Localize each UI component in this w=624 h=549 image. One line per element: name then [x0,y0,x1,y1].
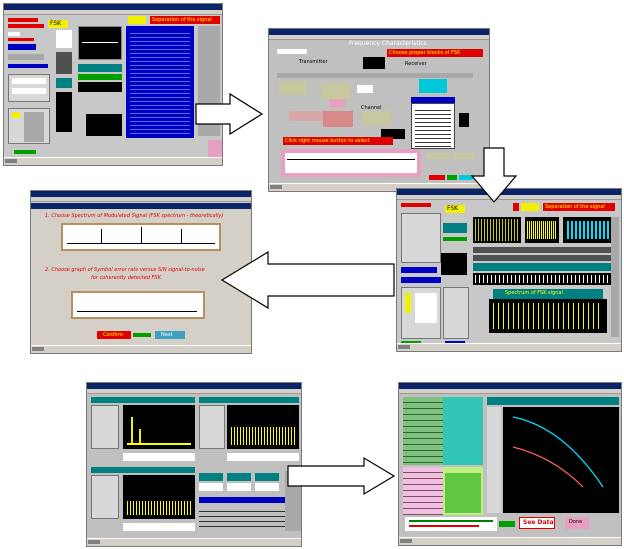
transmitter-label: Transmitter [299,59,328,65]
done-label: Done [569,519,583,525]
banner-text: Separation of the signal [152,17,212,23]
arrow-left [220,250,395,310]
ser-curves [512,416,604,488]
ser-choice-image[interactable] [71,291,205,319]
receiver-label: Receiver [405,61,427,67]
fsk-label: FSK [50,20,62,27]
confirm-label: Confirm [103,332,123,338]
screenshot-fsk-main-2: FSK Separation of the signal Spectrum of… [396,188,622,352]
page-title: Frequency Characteristics [349,40,427,47]
arrow-down [470,147,518,203]
instruction-2: 2. Choose graph of Symbol error rate ver… [45,267,205,273]
menu-bar[interactable] [87,389,301,394]
instruction-1: 1. Choose Spectrum of Modulated Signal (… [45,213,224,219]
screenshot-ser-table: See Data Done [398,382,622,546]
screenshot-frequency-characteristics: Frequency Characteristics Choose proper … [268,28,490,192]
hint-text: Choose proper blocks of FSK [389,50,461,56]
see-data-label: See Data [523,519,554,526]
spectrum-title: Spectrum of FSK signal [505,290,563,296]
screenshot-spectrum-scopes [86,382,302,547]
screenshot-fsk-main-1: FSK Separation of the signal [3,3,223,166]
menu-bar[interactable] [4,10,222,15]
arrow-right-2 [287,456,396,496]
next-label: Next [161,332,173,338]
block-1[interactable] [279,81,307,95]
bottom-instruction: Click right mouse button to select [285,138,370,144]
menu-bar[interactable] [31,197,251,202]
fsk-label: FSK [447,205,459,212]
block-2[interactable] [321,83,351,99]
arrow-right-1 [195,92,264,136]
banner-text: Separation of the signal [545,204,605,210]
instruction-3: for coherently detected FSK. [91,275,163,281]
block-3[interactable] [419,79,447,93]
menu-bar[interactable] [399,389,621,394]
